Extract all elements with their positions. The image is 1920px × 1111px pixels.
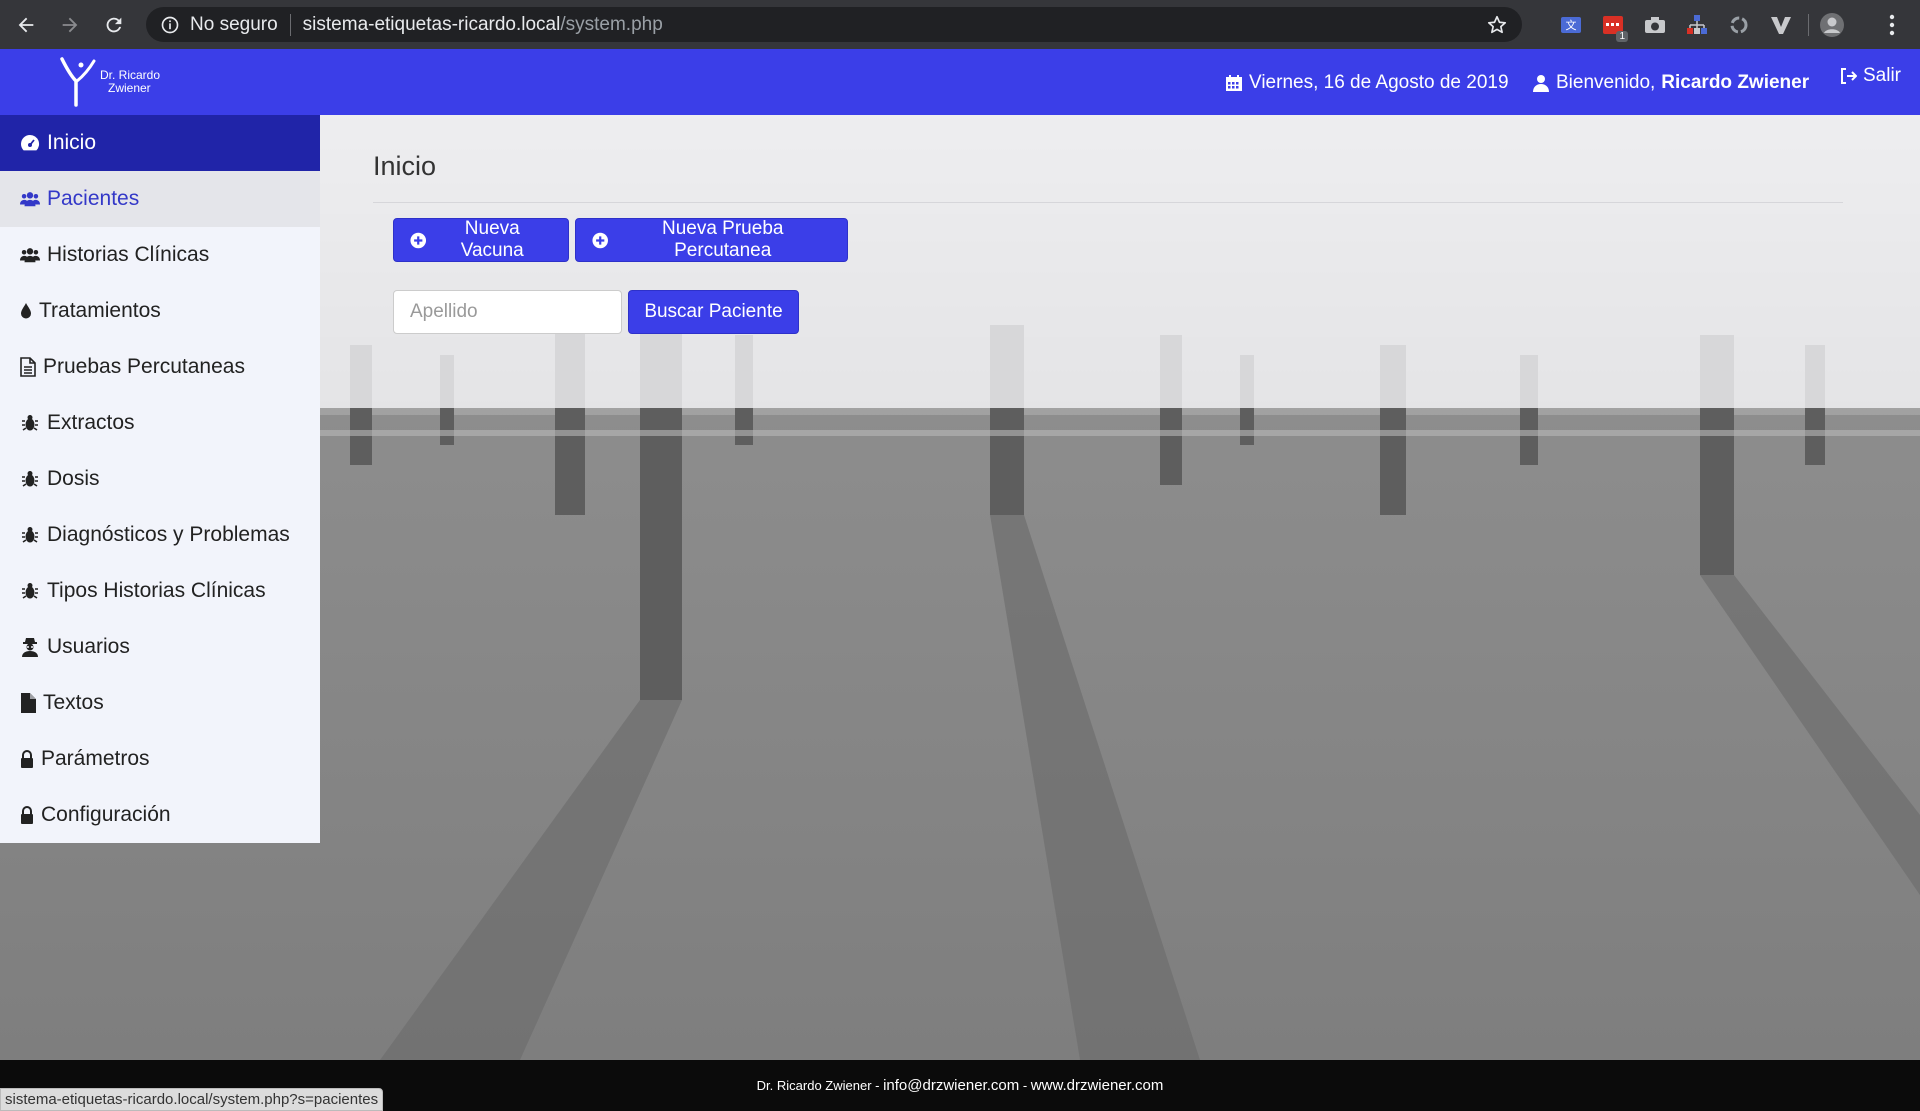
user-name: Ricardo Zwiener	[1661, 72, 1810, 93]
sidebar: Inicio Pacientes Historias Clínicas Trat…	[0, 115, 320, 843]
security-label: No seguro	[190, 13, 278, 35]
sidebar-item-label: Textos	[43, 691, 104, 714]
sidebar-item-inicio[interactable]: Inicio	[0, 115, 320, 171]
browser-menu-icon[interactable]	[1880, 12, 1904, 38]
logo-line2: Zwiener	[108, 81, 151, 95]
forward-icon[interactable]	[52, 7, 88, 43]
bug-icon	[20, 413, 40, 433]
users-icon	[20, 245, 40, 265]
user-secret-icon	[20, 637, 40, 657]
plus-circle-icon	[410, 232, 427, 248]
sidebar-item-textos[interactable]: Textos	[0, 675, 320, 731]
search-patient-button[interactable]: Buscar Paciente	[628, 290, 799, 334]
footer-email-link[interactable]: info@drzwiener.com	[883, 1077, 1019, 1094]
dashboard-icon	[20, 133, 40, 153]
sidebar-item-parametros[interactable]: Parámetros	[0, 731, 320, 787]
header-user: Bienvenido, Ricardo Zwiener	[1532, 72, 1809, 94]
user-icon	[1533, 75, 1549, 92]
footer-dash-1: -	[871, 1078, 884, 1093]
address-bar[interactable]: No seguro sistema-etiquetas-ricardo.loca…	[146, 7, 1522, 42]
file-icon	[20, 693, 36, 713]
footer-dash-2: -	[1019, 1078, 1031, 1093]
browser-toolbar: No seguro sistema-etiquetas-ricardo.loca…	[0, 0, 1920, 49]
network-extension-icon[interactable]	[1682, 10, 1712, 40]
sidebar-item-tratamientos[interactable]: Tratamientos	[0, 283, 320, 339]
title-divider	[373, 202, 1843, 203]
app-header: Dr. Ricardo Zwiener Viernes, 16 de Agost…	[0, 49, 1920, 115]
logout-button[interactable]: Salir	[1839, 65, 1901, 87]
plus-circle-icon	[592, 232, 608, 248]
document-icon	[20, 357, 36, 377]
reload-icon[interactable]	[96, 7, 132, 43]
welcome-text: Bienvenido,	[1556, 72, 1656, 93]
main-panel: Inicio Nueva Vacuna Nueva Prueba Percuta…	[320, 115, 1920, 408]
status-bar-url: sistema-etiquetas-ricardo.local/system.p…	[0, 1088, 384, 1111]
sidebar-item-label: Configuración	[41, 803, 171, 826]
new-skin-test-button[interactable]: Nueva Prueba Percutanea	[575, 218, 848, 262]
surname-search-input[interactable]	[393, 290, 622, 334]
sidebar-item-pruebas-percutaneas[interactable]: Pruebas Percutaneas	[0, 339, 320, 395]
sidebar-item-label: Dosis	[47, 467, 100, 490]
page-title: Inicio	[373, 151, 437, 181]
new-vaccine-label: Nueva Vacuna	[460, 218, 524, 261]
sidebar-item-label: Tipos Historias Clínicas	[47, 579, 266, 602]
sidebar-item-dosis[interactable]: Dosis	[0, 451, 320, 507]
back-icon[interactable]	[8, 7, 44, 43]
logo-mark-icon	[60, 57, 96, 107]
sync-extension-icon[interactable]	[1724, 10, 1754, 40]
camera-extension-icon[interactable]	[1640, 10, 1670, 40]
sidebar-item-extractos[interactable]: Extractos	[0, 395, 320, 451]
bookmark-star-icon[interactable]	[1486, 14, 1508, 36]
sidebar-item-label: Pacientes	[47, 187, 140, 210]
sidebar-item-label: Pruebas Percutaneas	[43, 355, 245, 378]
bug-icon	[20, 469, 40, 489]
sidebar-item-label: Historias Clínicas	[47, 243, 210, 266]
users-icon	[20, 189, 40, 209]
footer-website-link[interactable]: www.drzwiener.com	[1031, 1077, 1164, 1094]
logout-label: Salir	[1863, 65, 1902, 86]
sidebar-item-label: Diagnósticos y Problemas	[47, 523, 290, 546]
lock-icon	[20, 749, 34, 769]
drop-icon	[20, 301, 32, 321]
url-host: sistema-etiquetas-ricardo.local	[302, 13, 561, 35]
header-date-text: Viernes, 16 de Agosto de 2019	[1249, 72, 1509, 93]
sidebar-item-pacientes[interactable]: Pacientes	[0, 171, 320, 227]
sidebar-item-configuracion[interactable]: Configuración	[0, 787, 320, 843]
footer-name: Dr. Ricardo Zwiener	[756, 1078, 872, 1093]
sidebar-item-usuarios[interactable]: Usuarios	[0, 619, 320, 675]
sidebar-item-label: Parámetros	[41, 747, 150, 770]
bug-icon	[20, 581, 40, 601]
new-skin-test-label: Nueva Prueba Percutanea	[661, 218, 784, 261]
sidebar-item-label: Inicio	[47, 131, 97, 154]
sidebar-item-label: Usuarios	[47, 635, 130, 658]
info-icon[interactable]	[160, 15, 180, 35]
header-date: Viernes, 16 de Agosto de 2019	[1225, 72, 1509, 94]
sidebar-item-diagnosticos[interactable]: Diagnósticos y Problemas	[0, 507, 320, 563]
translate-extension-icon[interactable]: 文	[1556, 10, 1586, 40]
svg-text:文: 文	[1566, 18, 1577, 32]
calendar-icon	[1226, 75, 1242, 91]
sidebar-item-label: Extractos	[47, 411, 135, 434]
sidebar-item-tipos-historias[interactable]: Tipos Historias Clínicas	[0, 563, 320, 619]
new-vaccine-button[interactable]: Nueva Vacuna	[393, 218, 569, 262]
toolbar-separator	[1808, 14, 1809, 36]
url-path: /system.php	[560, 13, 663, 35]
sidebar-item-historias-clinicas[interactable]: Historias Clínicas	[0, 227, 320, 283]
bug-icon	[20, 525, 40, 545]
sidebar-item-label: Tratamientos	[39, 299, 161, 322]
sign-out-icon	[1841, 68, 1857, 84]
calendar-badge: 1	[1616, 31, 1628, 42]
lock-icon	[20, 805, 34, 825]
search-patient-label: Buscar Paciente	[644, 301, 783, 322]
v-extension-icon[interactable]	[1766, 10, 1796, 40]
address-separator	[289, 13, 291, 36]
calendar-extension-icon[interactable]: 1	[1598, 10, 1628, 42]
logo[interactable]: Dr. Ricardo Zwiener	[58, 55, 160, 109]
profile-avatar-icon[interactable]	[1817, 10, 1847, 40]
